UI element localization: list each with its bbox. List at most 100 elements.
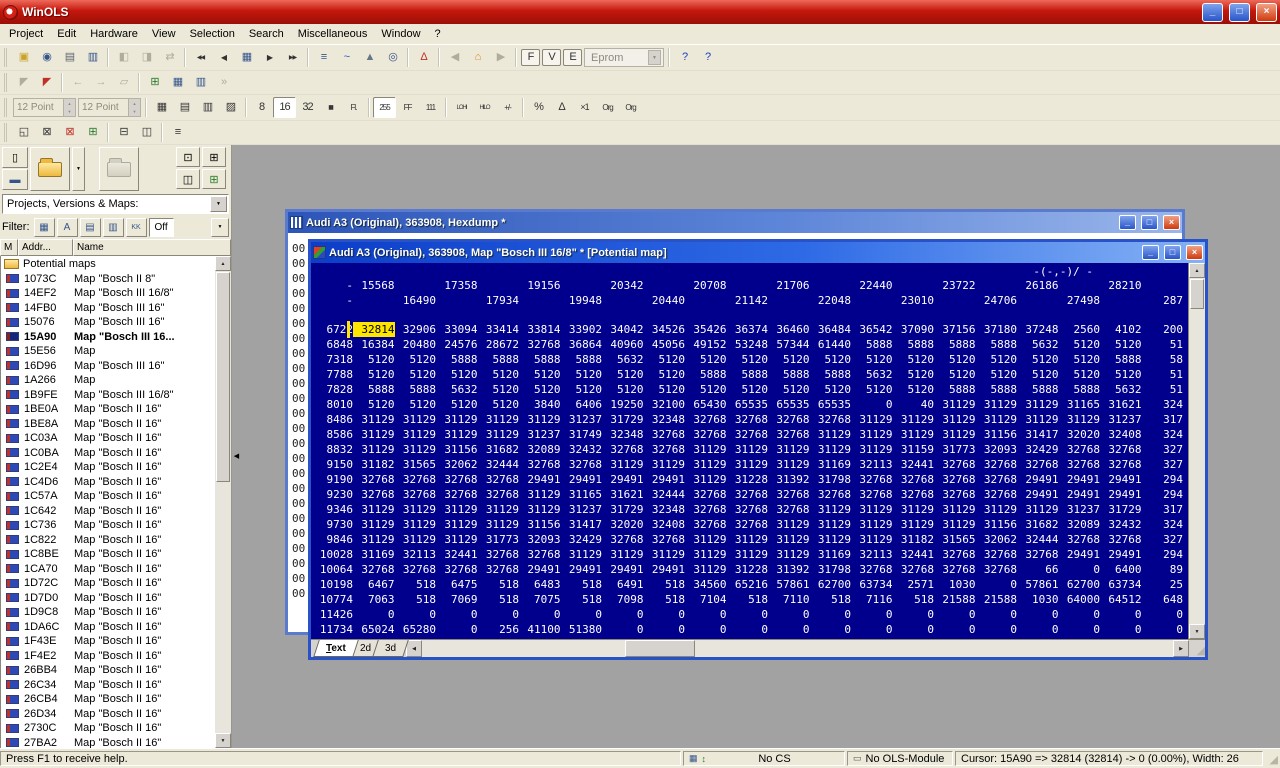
chevron-down-icon[interactable]: ▼ <box>648 50 661 65</box>
map-cell[interactable]: 648 <box>1142 592 1184 607</box>
list-item[interactable]: 15A90Map "Bosch III 16... <box>1 330 215 345</box>
map-cell[interactable]: 32768 <box>810 412 852 427</box>
map-cell[interactable]: 5120 <box>685 382 727 397</box>
menu-view[interactable]: View <box>145 26 183 42</box>
list-item[interactable]: 1F4E2Map "Bosch II 16" <box>1 649 215 664</box>
map-cell[interactable]: 5120 <box>1100 337 1142 352</box>
map-cell[interactable]: 57344 <box>768 337 810 352</box>
map-cell[interactable]: 0 <box>395 607 437 622</box>
map-cell[interactable]: 0 <box>602 622 644 637</box>
map-cell[interactable]: 5888 <box>976 382 1018 397</box>
map-cell[interactable]: 31156 <box>976 427 1018 442</box>
map-cell[interactable]: 317 <box>1142 502 1184 517</box>
map-cell[interactable]: 32020 <box>602 517 644 532</box>
list-header-addr[interactable]: Addr... <box>18 239 73 256</box>
map-cell[interactable]: 29491 <box>519 562 561 577</box>
map-cell[interactable]: 31129 <box>519 502 561 517</box>
map-cell[interactable]: 58 <box>1142 352 1184 367</box>
map-cell[interactable]: 31182 <box>353 457 395 472</box>
list-item[interactable]: 16D96Map "Bosch III 16" <box>1 359 215 374</box>
map-cell[interactable]: 4102 <box>1100 322 1142 337</box>
list-item[interactable]: 1BE0AMap "Bosch II 16" <box>1 402 215 417</box>
map-cell[interactable]: 518 <box>478 577 520 592</box>
export-button[interactable]: ◨ <box>135 47 158 68</box>
map-cell[interactable]: 5120 <box>644 367 686 382</box>
tree-folder-potential-maps[interactable]: Potential maps <box>1 257 215 272</box>
map-cell[interactable]: 31129 <box>1017 397 1059 412</box>
map-cell[interactable]: 317 <box>1142 412 1184 427</box>
list-item[interactable]: 1C2E4Map "Bosch II 16" <box>1 460 215 475</box>
map-cell[interactable]: 5888 <box>353 382 395 397</box>
map-cell[interactable]: 5888 <box>893 337 935 352</box>
window-type-v-button[interactable]: V <box>542 49 561 66</box>
map-cell[interactable]: 32768 <box>478 472 520 487</box>
list-item[interactable]: 1C57AMap "Bosch II 16" <box>1 489 215 504</box>
map-cell[interactable]: 32768 <box>934 472 976 487</box>
byteorder-hilo-button[interactable]: HILO <box>473 97 496 118</box>
map-cell[interactable]: 32020 <box>1059 427 1101 442</box>
map-cell[interactable]: 31798 <box>810 472 852 487</box>
map-cell[interactable]: 518 <box>893 592 935 607</box>
map-cell[interactable]: 31237 <box>1100 412 1142 427</box>
resize-grip-icon[interactable]: ◢ <box>1265 751 1278 766</box>
list-item[interactable]: 14FB0Map "Bosch III 16" <box>1 301 215 316</box>
map-cell[interactable]: 32768 <box>976 457 1018 472</box>
map-cell[interactable]: 32768 <box>561 457 603 472</box>
map-cell[interactable]: 49152 <box>685 337 727 352</box>
map-close-button[interactable]: × <box>1186 245 1203 260</box>
map-cell[interactable]: 6406 <box>561 397 603 412</box>
map-cell[interactable]: 31129 <box>436 517 478 532</box>
map-cell[interactable]: 5888 <box>478 352 520 367</box>
map-cell[interactable]: 31129 <box>810 532 852 547</box>
map-cell[interactable]: 31129 <box>1059 412 1101 427</box>
map-cell[interactable]: 36864 <box>561 337 603 352</box>
map-cell[interactable]: 5120 <box>851 382 893 397</box>
new-version-button[interactable]: ▯ <box>2 147 28 168</box>
map-cell[interactable]: 0 <box>436 607 478 622</box>
map-cell[interactable]: 31621 <box>602 487 644 502</box>
list-item[interactable]: 1C822Map "Bosch II 16" <box>1 533 215 548</box>
map-cell[interactable]: 0 <box>976 607 1018 622</box>
map-cell[interactable]: 518 <box>644 592 686 607</box>
list-item[interactable]: 1C642Map "Bosch II 16" <box>1 504 215 519</box>
map-maximize-button[interactable]: □ <box>1164 245 1181 260</box>
list-item[interactable]: 1073CMap "Bosch II 8" <box>1 272 215 287</box>
map-cell[interactable]: 32348 <box>602 427 644 442</box>
flag-goal-button[interactable]: ◤ <box>35 72 58 93</box>
hexdump-window-titlebar[interactable]: Audi A3 (Original), 363908, Hexdump * _ … <box>288 212 1182 233</box>
map-cell[interactable]: 32768 <box>519 337 561 352</box>
new-window-button[interactable]: ⊞ <box>81 122 104 143</box>
map-cell[interactable]: 66 <box>1017 562 1059 577</box>
map-cell[interactable]: 16384 <box>353 337 395 352</box>
map-cell[interactable]: 0 <box>1059 622 1101 637</box>
map-cell[interactable]: 5120 <box>1059 367 1101 382</box>
map-cell[interactable]: 31729 <box>602 412 644 427</box>
map-cell[interactable]: 31129 <box>768 517 810 532</box>
map-cell[interactable]: 29491 <box>1100 487 1142 502</box>
map-cell[interactable]: 31156 <box>976 517 1018 532</box>
map-cell[interactable]: 5120 <box>436 367 478 382</box>
map-cell[interactable]: 31182 <box>893 532 935 547</box>
map-cell[interactable]: 0 <box>727 607 769 622</box>
map-cell[interactable]: 5120 <box>1059 337 1101 352</box>
map-cell[interactable]: 32768 <box>1100 442 1142 457</box>
toolbar-grip[interactable] <box>4 73 7 92</box>
open-project-dropdown-icon[interactable]: ▼ <box>72 147 85 191</box>
map-cell[interactable]: 32768 <box>395 487 437 502</box>
map-cell[interactable]: 31129 <box>436 427 478 442</box>
map-cell[interactable]: 41100 <box>519 622 561 637</box>
map-cell[interactable]: 31129 <box>644 547 686 562</box>
map-cell[interactable]: 61440 <box>810 337 852 352</box>
list-item[interactable]: 1C03AMap "Bosch II 16" <box>1 431 215 446</box>
filter-maps-button[interactable]: ▦ <box>34 218 55 237</box>
map-cell[interactable]: 33902 <box>561 322 603 337</box>
map-cell[interactable]: 32441 <box>893 547 935 562</box>
map-cell[interactable]: 0 <box>1017 622 1059 637</box>
map-cell[interactable]: 5120 <box>395 397 437 412</box>
map-cell[interactable]: 40960 <box>602 337 644 352</box>
map-cell[interactable]: 32444 <box>1017 532 1059 547</box>
map-cell[interactable]: 32093 <box>976 442 1018 457</box>
map-cell[interactable]: 53248 <box>727 337 769 352</box>
map-cell[interactable]: 5888 <box>436 352 478 367</box>
map-cell[interactable]: 64000 <box>1059 592 1101 607</box>
